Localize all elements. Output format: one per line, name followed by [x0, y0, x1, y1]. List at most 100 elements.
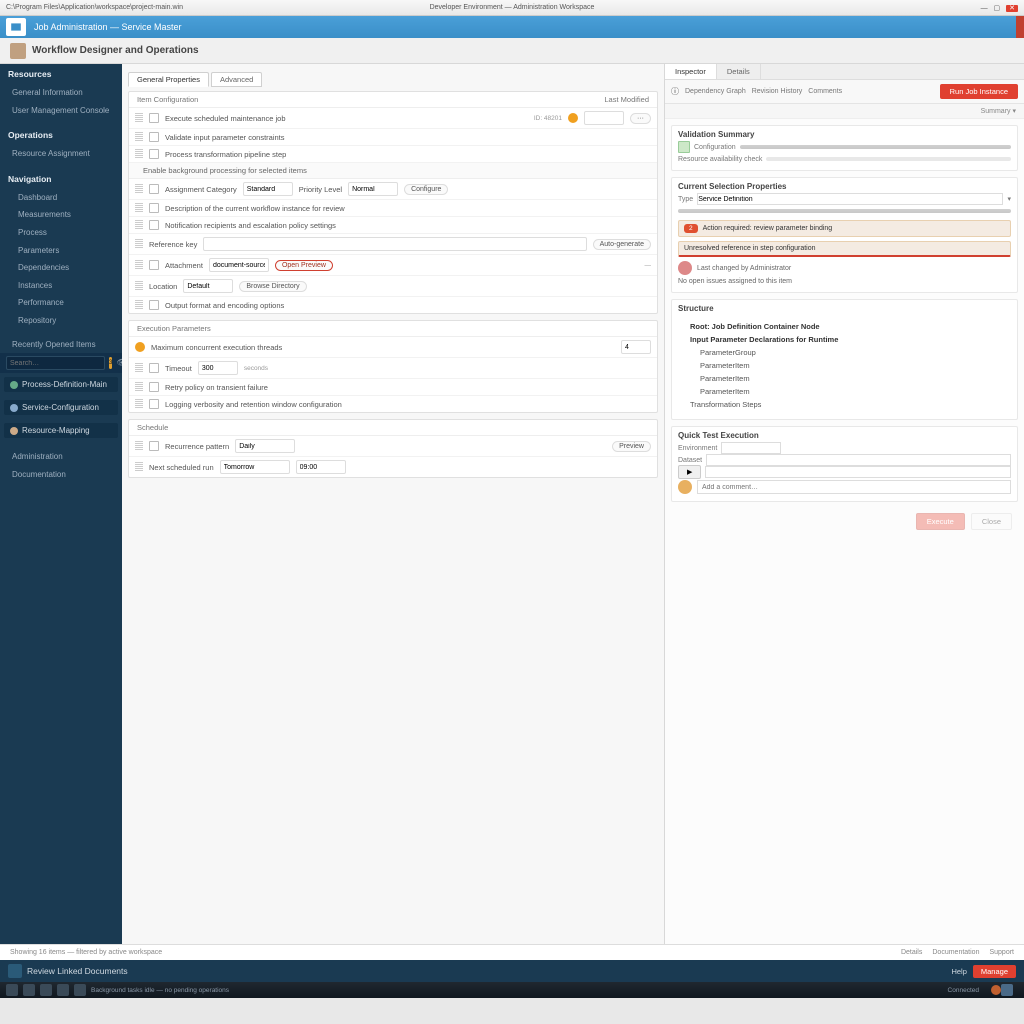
list-item[interactable]: Description of the current workflow inst…: [129, 200, 657, 217]
tray-icon[interactable]: [23, 984, 35, 996]
toolbar-label[interactable]: Revision History: [752, 88, 803, 95]
list-item[interactable]: Validate input parameter constraints: [129, 129, 657, 146]
priority-input[interactable]: [348, 182, 398, 196]
sidebar-item-docs[interactable]: Documentation: [0, 466, 122, 484]
threads-input[interactable]: [621, 340, 651, 354]
minimize-icon[interactable]: —: [981, 5, 988, 12]
sidebar-item-resourceassign[interactable]: Resource Assignment: [0, 145, 122, 163]
maximize-icon[interactable]: ▢: [994, 5, 1001, 12]
toolbar-label[interactable]: Dependency Graph: [685, 88, 746, 95]
tree-node[interactable]: ParameterItem: [680, 372, 1009, 385]
drag-handle-icon[interactable]: [135, 399, 143, 409]
close-button[interactable]: Close: [971, 513, 1012, 530]
recurrence-input[interactable]: [235, 439, 295, 453]
tree-node[interactable]: ParameterGroup: [680, 346, 1009, 359]
tree-node[interactable]: ParameterItem: [680, 359, 1009, 372]
checkbox[interactable]: [149, 382, 159, 392]
refkey-input[interactable]: [203, 237, 586, 251]
tab-general[interactable]: General Properties: [128, 72, 209, 87]
sidebar-item-general[interactable]: General Information: [0, 84, 122, 102]
nextrun-date-input[interactable]: [220, 460, 290, 474]
sidebar-item-usermgmt[interactable]: User Management Console: [0, 102, 122, 120]
drag-handle-icon[interactable]: [135, 260, 143, 270]
env-input[interactable]: [721, 442, 781, 454]
drag-handle-icon[interactable]: [135, 300, 143, 310]
sidebar-item-parameters[interactable]: Parameters: [0, 242, 122, 260]
row-input[interactable]: [584, 111, 624, 125]
execute-button[interactable]: Execute: [916, 513, 965, 530]
category-input[interactable]: [243, 182, 293, 196]
list-item[interactable]: Recurrence patternPreview: [129, 436, 657, 457]
checkbox[interactable]: [149, 220, 159, 230]
sidebar-search-input[interactable]: [6, 356, 105, 370]
status-link-support[interactable]: Support: [989, 949, 1014, 956]
list-item[interactable]: Assignment CategoryPriority LevelConfigu…: [129, 179, 657, 200]
preview-pill[interactable]: Preview: [612, 441, 651, 452]
checkbox[interactable]: [149, 113, 159, 123]
drag-handle-icon[interactable]: [135, 239, 143, 249]
list-item[interactable]: Output format and encoding options: [129, 297, 657, 313]
sidebar-item-dashboard[interactable]: Dashboard: [0, 189, 122, 207]
quicktest-output[interactable]: [705, 466, 1011, 478]
list-item[interactable]: Retry policy on transient failure: [129, 379, 657, 396]
sidebar-item-process[interactable]: Process: [0, 224, 122, 242]
tab-details[interactable]: Details: [717, 64, 761, 79]
recent-item[interactable]: Process-Definition-Main: [4, 377, 118, 392]
drag-handle-icon[interactable]: [135, 281, 143, 291]
quicktest-run-button[interactable]: ▶: [678, 465, 701, 479]
open-preview-pill[interactable]: Open Preview: [275, 260, 333, 271]
list-item[interactable]: Next scheduled run: [129, 457, 657, 477]
sidebar-item-measurements[interactable]: Measurements: [0, 206, 122, 224]
autogen-pill[interactable]: Auto-generate: [593, 239, 651, 250]
checkbox[interactable]: [149, 363, 159, 373]
list-item[interactable]: Execute scheduled maintenance jobID: 482…: [129, 108, 657, 129]
run-job-button[interactable]: Run Job Instance: [940, 84, 1018, 99]
nextrun-time-input[interactable]: [296, 460, 346, 474]
highlight-action-required[interactable]: 2Action required: review parameter bindi…: [678, 220, 1011, 237]
bottom-link-help[interactable]: Help: [951, 967, 966, 976]
checkbox[interactable]: [149, 132, 159, 142]
recent-item[interactable]: Resource-Mapping: [4, 423, 118, 438]
highlight-unresolved[interactable]: Unresolved reference in step configurati…: [678, 241, 1011, 257]
attach-input[interactable]: [209, 258, 269, 272]
configure-pill[interactable]: Configure: [404, 184, 448, 195]
sidebar-item-dependencies[interactable]: Dependencies: [0, 259, 122, 277]
checkbox[interactable]: [149, 184, 159, 194]
bottom-manage-button[interactable]: Manage: [973, 965, 1016, 978]
checkbox[interactable]: [149, 399, 159, 409]
close-icon[interactable]: ✕: [1006, 5, 1018, 12]
list-item[interactable]: AttachmentOpen Preview—: [129, 255, 657, 276]
sidebar-item-repository[interactable]: Repository: [0, 312, 122, 330]
tab-advanced[interactable]: Advanced: [211, 72, 262, 87]
tree-node[interactable]: ParameterItem: [680, 385, 1009, 398]
list-item[interactable]: Logging verbosity and retention window c…: [129, 396, 657, 412]
tray-icon[interactable]: [74, 984, 86, 996]
app-icon[interactable]: [6, 18, 26, 36]
recent-item[interactable]: Service-Configuration: [4, 400, 118, 415]
timeout-input[interactable]: [198, 361, 238, 375]
tree-node[interactable]: Root: Job Definition Container Node: [680, 320, 1009, 333]
drag-handle-icon[interactable]: [135, 441, 143, 451]
checkbox[interactable]: [149, 149, 159, 159]
tray-icon[interactable]: [40, 984, 52, 996]
checkbox[interactable]: [149, 260, 159, 270]
drag-handle-icon[interactable]: [135, 113, 143, 123]
tray-icon[interactable]: [1001, 984, 1013, 996]
tray-icon[interactable]: [6, 984, 18, 996]
list-item[interactable]: Notification recipients and escalation p…: [129, 217, 657, 234]
list-item[interactable]: LocationBrowse Directory: [129, 276, 657, 297]
drag-handle-icon[interactable]: [135, 220, 143, 230]
tab-inspector[interactable]: Inspector: [665, 64, 717, 79]
tray-icon[interactable]: [57, 984, 69, 996]
tree-node[interactable]: Input Parameter Declarations for Runtime: [680, 333, 1009, 346]
status-link-details[interactable]: Details: [901, 949, 922, 956]
row-pill[interactable]: ···: [630, 113, 651, 124]
type-input[interactable]: [697, 193, 1003, 205]
drag-handle-icon[interactable]: [135, 462, 143, 472]
tree-node[interactable]: Transformation Steps: [680, 398, 1009, 411]
drag-handle-icon[interactable]: [135, 203, 143, 213]
chevron-down-icon[interactable]: ▾: [1007, 195, 1011, 203]
view-dropdown[interactable]: Summary ▾: [665, 104, 1024, 119]
status-link-docs[interactable]: Documentation: [932, 949, 979, 956]
sidebar-item-admin[interactable]: Administration: [0, 448, 122, 466]
